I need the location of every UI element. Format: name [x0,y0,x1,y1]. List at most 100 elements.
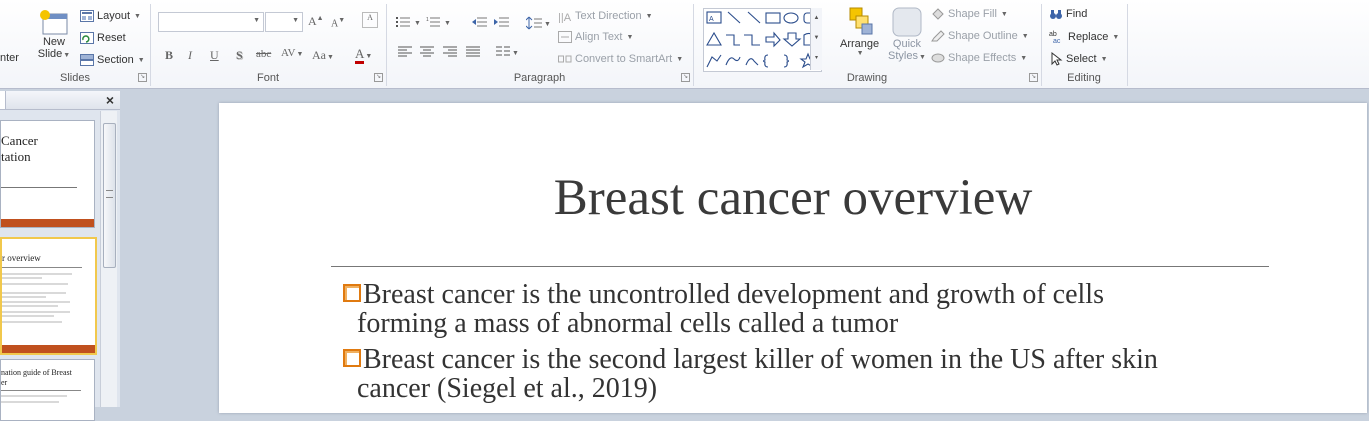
select-label: Select [1066,53,1097,65]
shapes-scroll[interactable]: ▲ ▼ ▾ [810,8,822,70]
svg-text:▼: ▼ [414,20,421,27]
binoculars-icon [1050,10,1062,19]
shrink-font-button[interactable]: A▼ [331,16,345,29]
underline-button[interactable]: U [210,48,219,63]
replace-button[interactable]: ab ac Replace ▼ [1049,30,1119,44]
slides-group-label: Slides [60,72,90,84]
quick-styles-label-1: Quick [892,38,922,50]
align-left-icon[interactable] [398,46,412,58]
slides-panel: × Cancer tation r overview nation guide … [0,91,120,421]
panel-scrollbar[interactable] [100,111,117,407]
arrange-button[interactable]: Arrange ▼ [840,6,879,57]
font-launcher-icon[interactable]: ↘ [374,73,383,82]
replace-icon: abac [1049,31,1061,44]
font-size-input[interactable]: ▼ [265,12,303,32]
change-case-button[interactable]: Aa▼ [312,48,334,63]
clear-format-icon[interactable]: A [362,12,378,28]
pencil-icon [931,30,945,42]
slides-launcher-icon[interactable]: ↘ [138,73,147,82]
numbering-icon[interactable]: 1 ▼ [426,16,452,28]
cursor-arrow-icon [1051,52,1063,66]
bullet-1[interactable]: Breast cancer is the uncontrolled develo… [343,280,1263,338]
enter-partial-label[interactable]: nter [0,52,19,64]
shape-effects-button[interactable]: Shape Effects ▼ [931,52,1027,64]
paragraph-group-label: Paragraph [513,72,566,84]
align-text-button[interactable]: Align Text ▼ [558,31,633,43]
drawing-launcher-icon[interactable]: ↘ [1029,73,1038,82]
columns-icon[interactable]: ▼ [496,46,520,58]
layout-icon [80,10,94,22]
convert-smartart-button[interactable]: Convert to SmartArt ▼ [558,53,683,65]
bullet-2-checkbox-icon [343,349,361,367]
bullet-1-checkbox-icon [343,284,361,302]
section-button[interactable]: Section ▼ [80,54,145,66]
panel-close-icon[interactable]: × [106,92,114,108]
italic-button[interactable]: I [188,48,192,63]
thumb2-title: r overview [2,253,41,263]
slide-thumbnail-3[interactable]: nation guide of Breast er [0,359,95,421]
line-spacing-icon[interactable]: ▼ [526,16,550,30]
shadow-button[interactable]: S [236,48,243,63]
thumb3-text-lines [1,395,67,403]
section-label: Section [97,54,134,66]
convert-smartart-label: Convert to SmartArt [575,53,673,65]
grow-font-button[interactable]: A▲ [308,14,324,29]
font-group-label: Font [256,72,279,84]
font-group: ▼ ▼ A▲ A▼ A B I U S abc AV▼ Aa▼ A▼ Font … [150,4,387,86]
bullet-1-line-1: Breast cancer is the uncontrolled develo… [363,279,1104,310]
shape-effects-label: Shape Effects [948,52,1017,64]
panel-tab[interactable] [0,91,6,109]
thumb3-rule [1,390,81,391]
increase-indent-icon[interactable] [494,16,510,28]
shape-outline-label: Shape Outline [948,30,1018,42]
section-icon [80,54,94,66]
shape-effects-icon [931,53,945,63]
text-direction-button[interactable]: ||A Text Direction ▼ [558,9,653,23]
slide-title[interactable]: Breast cancer overview [219,169,1367,227]
paragraph-group: ▼ 1 ▼ ▼ ||A Text Direction ▼ Align Text ▼ C… [386,4,694,86]
bullet-1-line-2: forming a mass of abnormal cells called … [357,308,899,339]
svg-text:▼: ▼ [544,21,550,28]
new-slide-button[interactable]: New Slide▼ [36,10,72,60]
quick-styles-icon [892,7,922,37]
bullet-2[interactable]: Breast cancer is the second largest kill… [343,345,1263,403]
shapes-gallery[interactable]: A ▲ ▼ ▾ [703,8,822,72]
new-slide-label-2: Slide▼ [37,48,71,60]
thumb2-rule [2,267,82,268]
bold-button[interactable]: B [165,48,173,63]
font-name-input[interactable]: ▼ [158,12,264,32]
panel-scrollbar-thumb[interactable] [103,123,116,268]
align-center-icon[interactable] [420,46,434,58]
quick-styles-label-2: Styles▼ [888,50,926,62]
font-color-button[interactable]: A▼ [355,46,372,64]
arrange-icon [849,7,873,35]
thumb1-bar [1,219,94,227]
justify-icon[interactable] [466,46,480,58]
align-right-icon[interactable] [443,46,457,58]
thumb3-title-1: nation guide of Breast [1,368,72,377]
new-slide-label-1: New [42,36,65,48]
arrange-label: Arrange [840,38,880,50]
title-rule [331,266,1269,267]
strikethrough-button[interactable]: abc [256,48,271,60]
find-label: Find [1066,8,1088,20]
shape-fill-button[interactable]: Shape Fill ▼ [931,8,1008,20]
find-button[interactable]: Find [1049,8,1087,20]
panel-header: × [0,91,120,110]
select-button[interactable]: Select ▼ [1049,52,1108,66]
align-text-icon [558,31,572,43]
reset-button[interactable]: Reset [80,32,126,44]
slide-thumbnail-2[interactable]: r overview [0,237,97,355]
paragraph-launcher-icon[interactable]: ↘ [681,73,690,82]
slide-thumbnail-1[interactable]: Cancer tation [0,120,95,228]
layout-button[interactable]: Layout ▼ [80,10,141,22]
quick-styles-button[interactable]: Quick Styles▼ [888,6,926,62]
shape-outline-button[interactable]: Shape Outline ▼ [931,30,1029,42]
thumb1-rule [1,187,77,188]
bullets-icon[interactable]: ▼ [396,16,422,28]
editing-group-label: Editing [1067,72,1101,84]
character-spacing-button[interactable]: AV▼ [281,47,303,59]
decrease-indent-icon[interactable] [472,16,488,28]
slides-group: nter New Slide▼ Layout ▼ Reset Section ▼ S… [0,4,151,86]
slide-canvas[interactable]: Breast cancer overview Breast cancer is … [219,103,1367,413]
